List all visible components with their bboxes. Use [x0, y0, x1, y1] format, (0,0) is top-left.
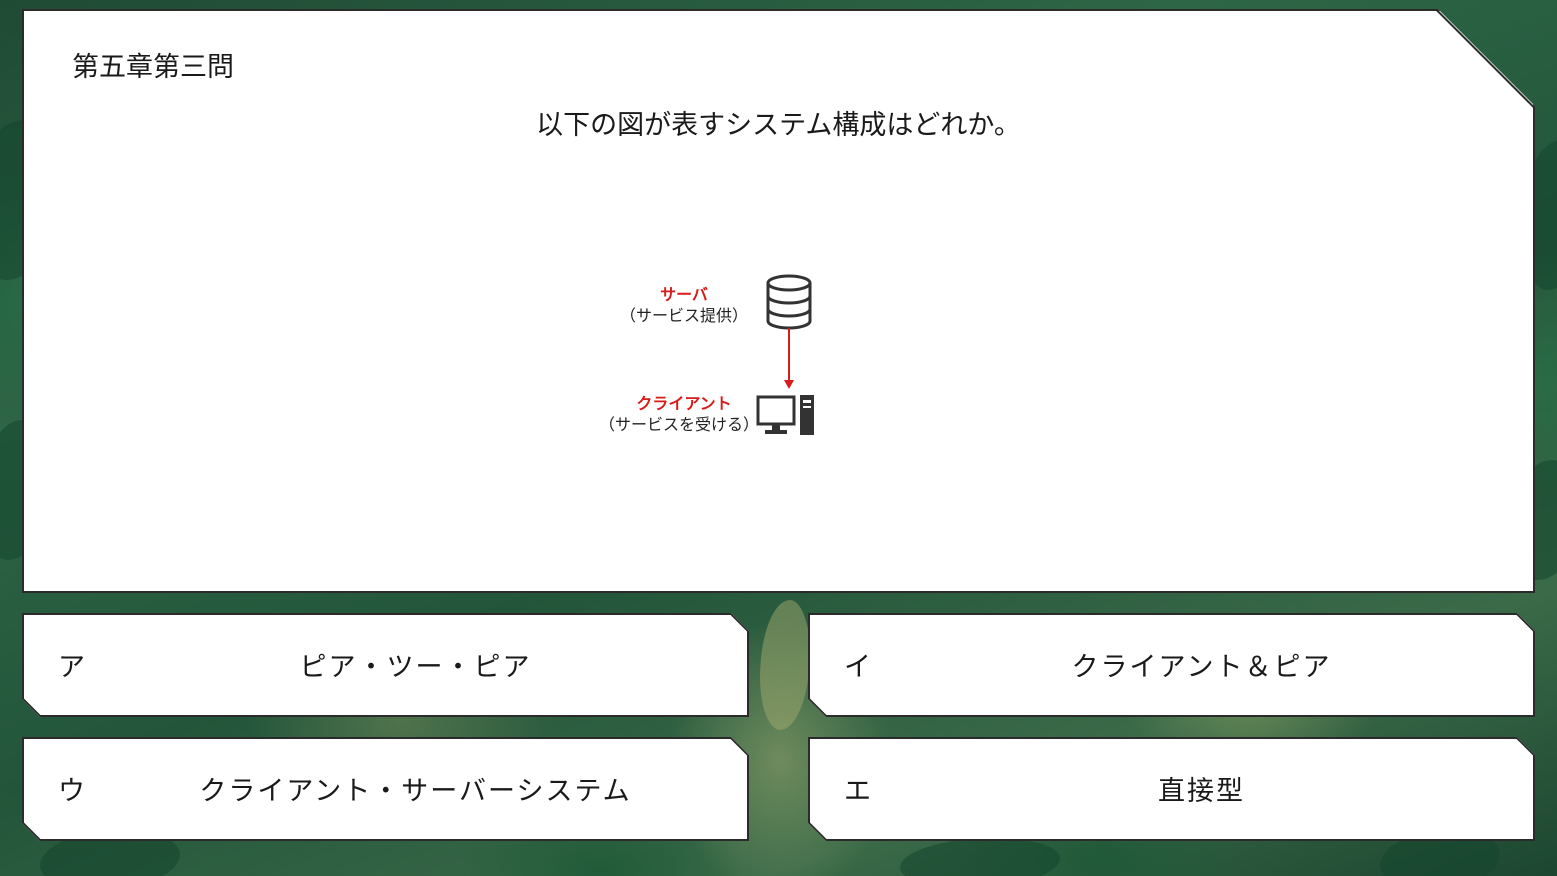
- arrow: [781, 328, 797, 390]
- question-panel: 第五章第三問 以下の図が表すシステム構成はどれか。 サーバ （サービス提供） ク…: [22, 9, 1535, 593]
- client-subtitle: （サービスを受ける）: [598, 415, 759, 434]
- database-icon: [764, 274, 814, 330]
- choice-label: 直接型: [1158, 776, 1245, 807]
- choice-letter: ウ: [58, 776, 85, 807]
- choice-i-button[interactable]: イ クライアント＆ピア: [808, 613, 1535, 717]
- choice-label: ピア・ツー・ピア: [299, 652, 532, 683]
- system-diagram: サーバ （サービス提供） クライアント （サービスを受ける）: [584, 236, 1004, 466]
- desktop-computer-icon: [756, 394, 818, 438]
- choice-label: クライアント・サーバーシステム: [199, 776, 632, 807]
- choice-letter: エ: [844, 776, 871, 807]
- server-subtitle: （サービス提供）: [619, 306, 748, 325]
- choice-letter: イ: [844, 652, 871, 683]
- choice-a-button[interactable]: ア ピア・ツー・ピア: [22, 613, 749, 717]
- choice-letter: ア: [58, 652, 85, 683]
- chapter-title: 第五章第三問: [72, 52, 234, 83]
- choice-label: クライアント＆ピア: [1071, 652, 1332, 683]
- choice-e-button[interactable]: エ 直接型: [808, 737, 1535, 841]
- question-text: 以下の図が表すシステム構成はどれか。: [536, 110, 1021, 141]
- choice-u-button[interactable]: ウ クライアント・サーバーシステム: [22, 737, 749, 841]
